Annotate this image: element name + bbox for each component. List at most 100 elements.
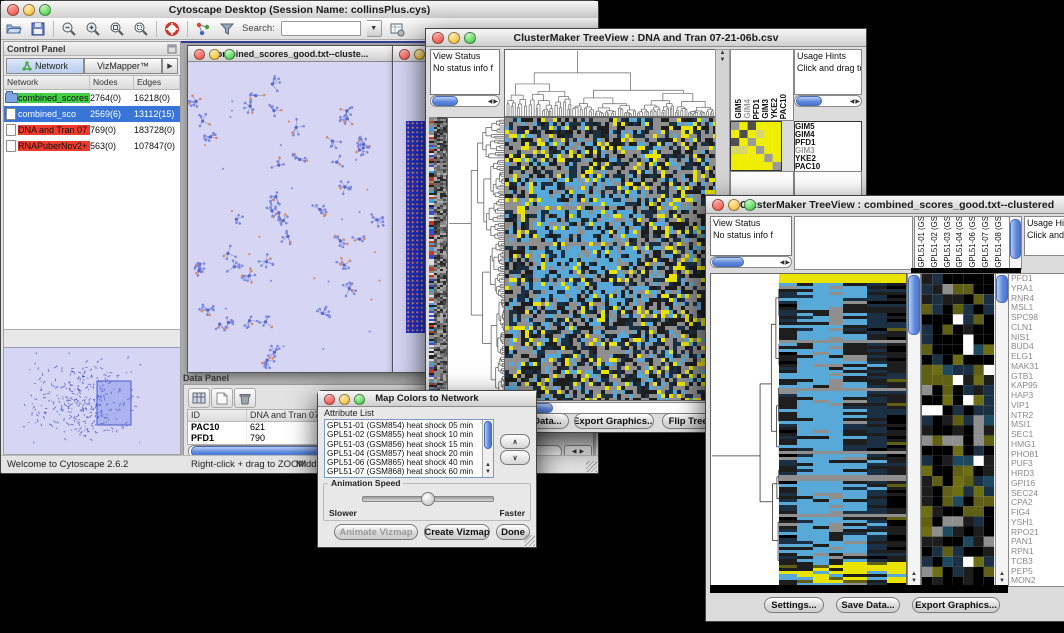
zoom-window-icon[interactable] bbox=[39, 4, 51, 16]
search-dropdown-icon[interactable]: ▼ bbox=[367, 20, 382, 37]
search-input[interactable] bbox=[281, 21, 361, 36]
slider-thumb[interactable] bbox=[421, 492, 435, 506]
network-list-row[interactable]: DNA and Tran 07 769(0) 183728(0) bbox=[4, 122, 180, 138]
array-column-label[interactable]: GPL51-04 (GSM857) bbox=[955, 216, 964, 268]
gene-column-label[interactable]: GIM4 bbox=[743, 99, 752, 119]
close-icon[interactable] bbox=[194, 49, 205, 60]
zoom-window-icon[interactable] bbox=[224, 49, 235, 60]
zoom-window-icon[interactable] bbox=[354, 394, 365, 405]
attribute-list-item[interactable]: GPL51-01 (GSM854) heat shock 05 min bbox=[325, 421, 493, 430]
network-edges-count: 183728(0) bbox=[134, 125, 180, 135]
zoom-vscrollbar[interactable]: ▲▼ bbox=[995, 273, 1009, 587]
minimize-icon[interactable] bbox=[209, 49, 220, 60]
attribute-list-item[interactable]: GPL51-02 (GSM855) heat shock 10 min bbox=[325, 430, 493, 439]
minimize-icon[interactable] bbox=[728, 199, 740, 211]
move-up-button[interactable]: ∧ bbox=[500, 434, 530, 449]
open-icon[interactable] bbox=[5, 20, 23, 38]
minimize-icon[interactable] bbox=[414, 49, 425, 60]
zoom-in-icon[interactable] bbox=[84, 20, 102, 38]
delete-attribute-icon[interactable] bbox=[234, 388, 256, 408]
move-down-button[interactable]: ∨ bbox=[500, 450, 530, 465]
scroll-arrows[interactable]: ◀▶ bbox=[564, 445, 592, 455]
vizmapper-icon[interactable] bbox=[194, 20, 212, 38]
help-ring-icon[interactable] bbox=[163, 20, 181, 38]
save-icon[interactable] bbox=[29, 20, 47, 38]
attribute-table-icon[interactable] bbox=[388, 20, 406, 38]
filter-icon[interactable] bbox=[218, 20, 236, 38]
zoom-selected-icon[interactable] bbox=[132, 20, 150, 38]
network-overview-panel[interactable] bbox=[4, 347, 180, 454]
view-status-scrollbar[interactable]: ◀▶ bbox=[430, 95, 500, 107]
row-dendrogram[interactable] bbox=[447, 117, 506, 401]
float-panel-icon[interactable] bbox=[167, 44, 177, 54]
network-list-row[interactable]: combined_scores 2764(0) 16218(0) bbox=[4, 90, 180, 106]
zoom-fit-icon[interactable] bbox=[108, 20, 126, 38]
close-icon[interactable] bbox=[7, 4, 19, 16]
array-column-label[interactable]: GPL51-03 (GSM856) bbox=[943, 216, 952, 268]
minimize-icon[interactable] bbox=[23, 4, 35, 16]
main-titlebar[interactable]: Cytoscape Desktop (Session Name: collins… bbox=[1, 1, 598, 19]
speed-slider[interactable] bbox=[362, 496, 494, 502]
minimize-icon[interactable] bbox=[339, 394, 350, 405]
column-dendrogram[interactable] bbox=[504, 49, 716, 117]
dialog-titlebar[interactable]: Map Colors to Network bbox=[318, 391, 536, 407]
network-list-row[interactable]: combined_sco 2569(6) 13112(15) bbox=[4, 106, 180, 122]
array-column-label[interactable]: GPL51-08 (GSM872) bbox=[994, 216, 1003, 268]
attribute-list: GPL51-01 (GSM854) heat shock 05 minGPL51… bbox=[324, 419, 494, 478]
global-heatmap[interactable] bbox=[504, 117, 716, 401]
gene-column-label[interactable]: GIM5 bbox=[734, 99, 743, 119]
view-status-scrollbar[interactable]: ◀▶ bbox=[710, 256, 792, 268]
export-graphics-button[interactable]: Export Graphics... bbox=[574, 413, 654, 429]
zoom-out-icon[interactable] bbox=[60, 20, 78, 38]
close-icon[interactable] bbox=[324, 394, 335, 405]
resize-grip[interactable] bbox=[586, 461, 597, 472]
create-vizmap-button[interactable]: Create Vizmap bbox=[424, 524, 490, 540]
gene-label[interactable]: MON2 bbox=[1009, 576, 1064, 586]
map-colors-dialog: Map Colors to Network Attribute List GPL… bbox=[317, 390, 537, 548]
heatmap-vscrollbar[interactable]: ▲▼ bbox=[907, 273, 921, 587]
network-graph-canvas[interactable] bbox=[188, 61, 392, 371]
network-list-row[interactable]: RNAPuberNov2+ 563(0) 107847(0) bbox=[4, 138, 180, 154]
new-attribute-icon[interactable] bbox=[211, 388, 233, 408]
zoom-window-icon[interactable] bbox=[744, 199, 756, 211]
gene-column-label[interactable]: PAC10 bbox=[779, 94, 788, 119]
tab-vizmapper[interactable]: VizMapper™ bbox=[84, 58, 162, 74]
array-column-label[interactable]: GPL51-01 (GSM854) bbox=[917, 216, 926, 268]
zoom-heatmap[interactable] bbox=[730, 121, 782, 171]
close-icon[interactable] bbox=[399, 49, 410, 60]
export-graphics-button[interactable]: Export Graphics... bbox=[912, 597, 1000, 613]
attribute-list-scrollbar[interactable]: ▲▼ bbox=[482, 420, 493, 477]
select-attributes-icon[interactable] bbox=[188, 388, 210, 408]
animate-vizmap-button[interactable]: Animate Vizmap bbox=[334, 524, 418, 540]
zoom-row-labels: GIM5GIM4PFD1GIM3YKE2PAC10 bbox=[794, 121, 862, 172]
settings-button[interactable]: Settings... bbox=[764, 597, 824, 613]
tab-overflow-arrow-icon[interactable]: ▶ bbox=[162, 58, 178, 74]
resize-grip[interactable] bbox=[524, 535, 535, 546]
zoom-window-icon[interactable] bbox=[464, 32, 476, 44]
main-heatmap[interactable] bbox=[779, 273, 907, 587]
minimize-icon[interactable] bbox=[448, 32, 460, 44]
attribute-list-item[interactable]: GPL51-07 (GSM868) heat shock 60 min bbox=[325, 467, 493, 476]
gene-row-label[interactable]: PAC10 bbox=[795, 163, 861, 171]
gene-column-label[interactable]: PFD1 bbox=[752, 99, 761, 119]
id-column-header[interactable]: ID bbox=[188, 410, 247, 421]
attribute-list-item[interactable]: GPL51-04 (GSM857) heat shock 20 min bbox=[325, 449, 493, 458]
array-column-label[interactable]: GPL51-06 (GSM865) bbox=[968, 216, 977, 268]
array-column-label[interactable]: GPL51-07 (GSM868) bbox=[981, 216, 990, 268]
array-column-label[interactable]: GPL51-02 (GSM855) bbox=[930, 216, 939, 268]
gene-column-label[interactable]: GIM3 bbox=[761, 99, 770, 119]
attribute-list-item[interactable]: GPL51-03 (GSM856) heat shock 15 min bbox=[325, 440, 493, 449]
tv2-titlebar[interactable]: ClusterMaker TreeView : combined_scores_… bbox=[706, 196, 1064, 214]
close-icon[interactable] bbox=[432, 32, 444, 44]
tv1-titlebar[interactable]: ClusterMaker TreeView : DNA and Tran 07-… bbox=[426, 29, 866, 47]
save-data-button[interactable]: Save Data... bbox=[836, 597, 900, 613]
close-icon[interactable] bbox=[712, 199, 724, 211]
usage-hints-scrollbar[interactable]: ◀▶ bbox=[794, 95, 862, 107]
tab-network[interactable]: Network bbox=[6, 58, 84, 74]
gene-column-label[interactable]: YKE2 bbox=[770, 98, 779, 119]
labels-vscrollbar[interactable] bbox=[1009, 216, 1022, 270]
network-view-window[interactable]: combined_scores_good.txt--cluste... bbox=[187, 45, 393, 373]
attribute-list-item[interactable]: GPL51-06 (GSM865) heat shock 40 min bbox=[325, 458, 493, 467]
row-dendrogram[interactable] bbox=[710, 273, 781, 587]
zoom-heatmap[interactable] bbox=[921, 273, 996, 587]
